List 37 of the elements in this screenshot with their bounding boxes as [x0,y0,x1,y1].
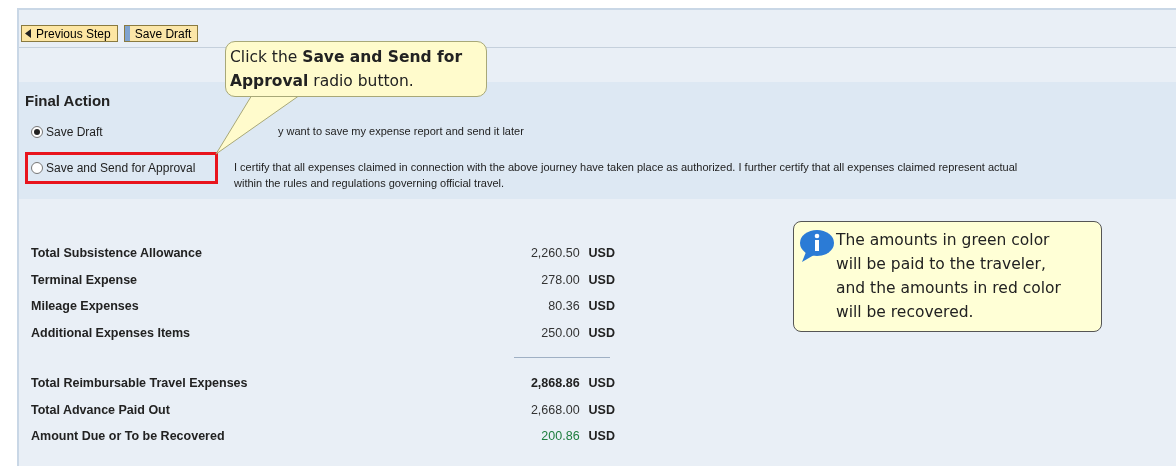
radio-button[interactable] [31,125,43,138]
radio-label: Save and Send for Approval [46,159,196,177]
currency-code: USD [588,401,615,419]
summary-label: Total Reimbursable Travel Expenses [31,375,249,393]
summary-amount: 80.36 [548,298,580,316]
currency-code: USD [588,428,615,446]
option-description: y want to save my expense report and send it later [278,123,524,139]
summary-label: Total Subsistence Allowance [31,245,203,263]
currency-code: USD [588,324,615,342]
note-text: The amounts in green color will be paid to the traveler, and the amounts in red color will be recovered. [836,230,1062,323]
currency-code: USD [588,298,615,316]
info-icon [798,228,836,264]
previous-step-button[interactable]: Previous Step [21,25,118,42]
currency-code: USD [588,375,615,393]
currency-code: USD [588,271,615,289]
option-description: within the rules and regulations governing official travel. [234,175,506,191]
summary-label: Amount Due or To be Recovered [31,428,226,446]
radio-label: Save Draft [46,123,103,141]
summary-label: Terminal Expense [31,271,139,289]
option-description: I certify that all expenses claimed in connection with the above journey have taken place as authorized. I further certify that all expenses claimed represent actual [234,159,1018,175]
summary-label: Additional Expenses Items [31,324,192,342]
summary-amount: 250.00 [541,324,580,342]
radio-option[interactable]: Save Draft [25,115,218,148]
summary-amount: 278.00 [541,271,580,289]
highlight-box[interactable]: Save and Send for Approval [25,151,218,184]
summary-label: Total Advance Paid Out [31,401,171,419]
summary-amount: 200.86 [541,428,580,446]
stripe-icon [124,26,130,41]
summary-label: Mileage Expenses [31,298,140,316]
left-triangle-icon [25,29,31,38]
summary-amount: 2,260.50 [530,245,580,263]
save-draft-button[interactable]: Save Draft [123,25,199,42]
section-title: Final Action [25,91,112,111]
radio-button[interactable] [31,161,43,174]
summary-amount: 2,668.00 [530,401,580,419]
summary-amount: 2,868.86 [530,375,580,393]
currency-code: USD [588,245,615,263]
